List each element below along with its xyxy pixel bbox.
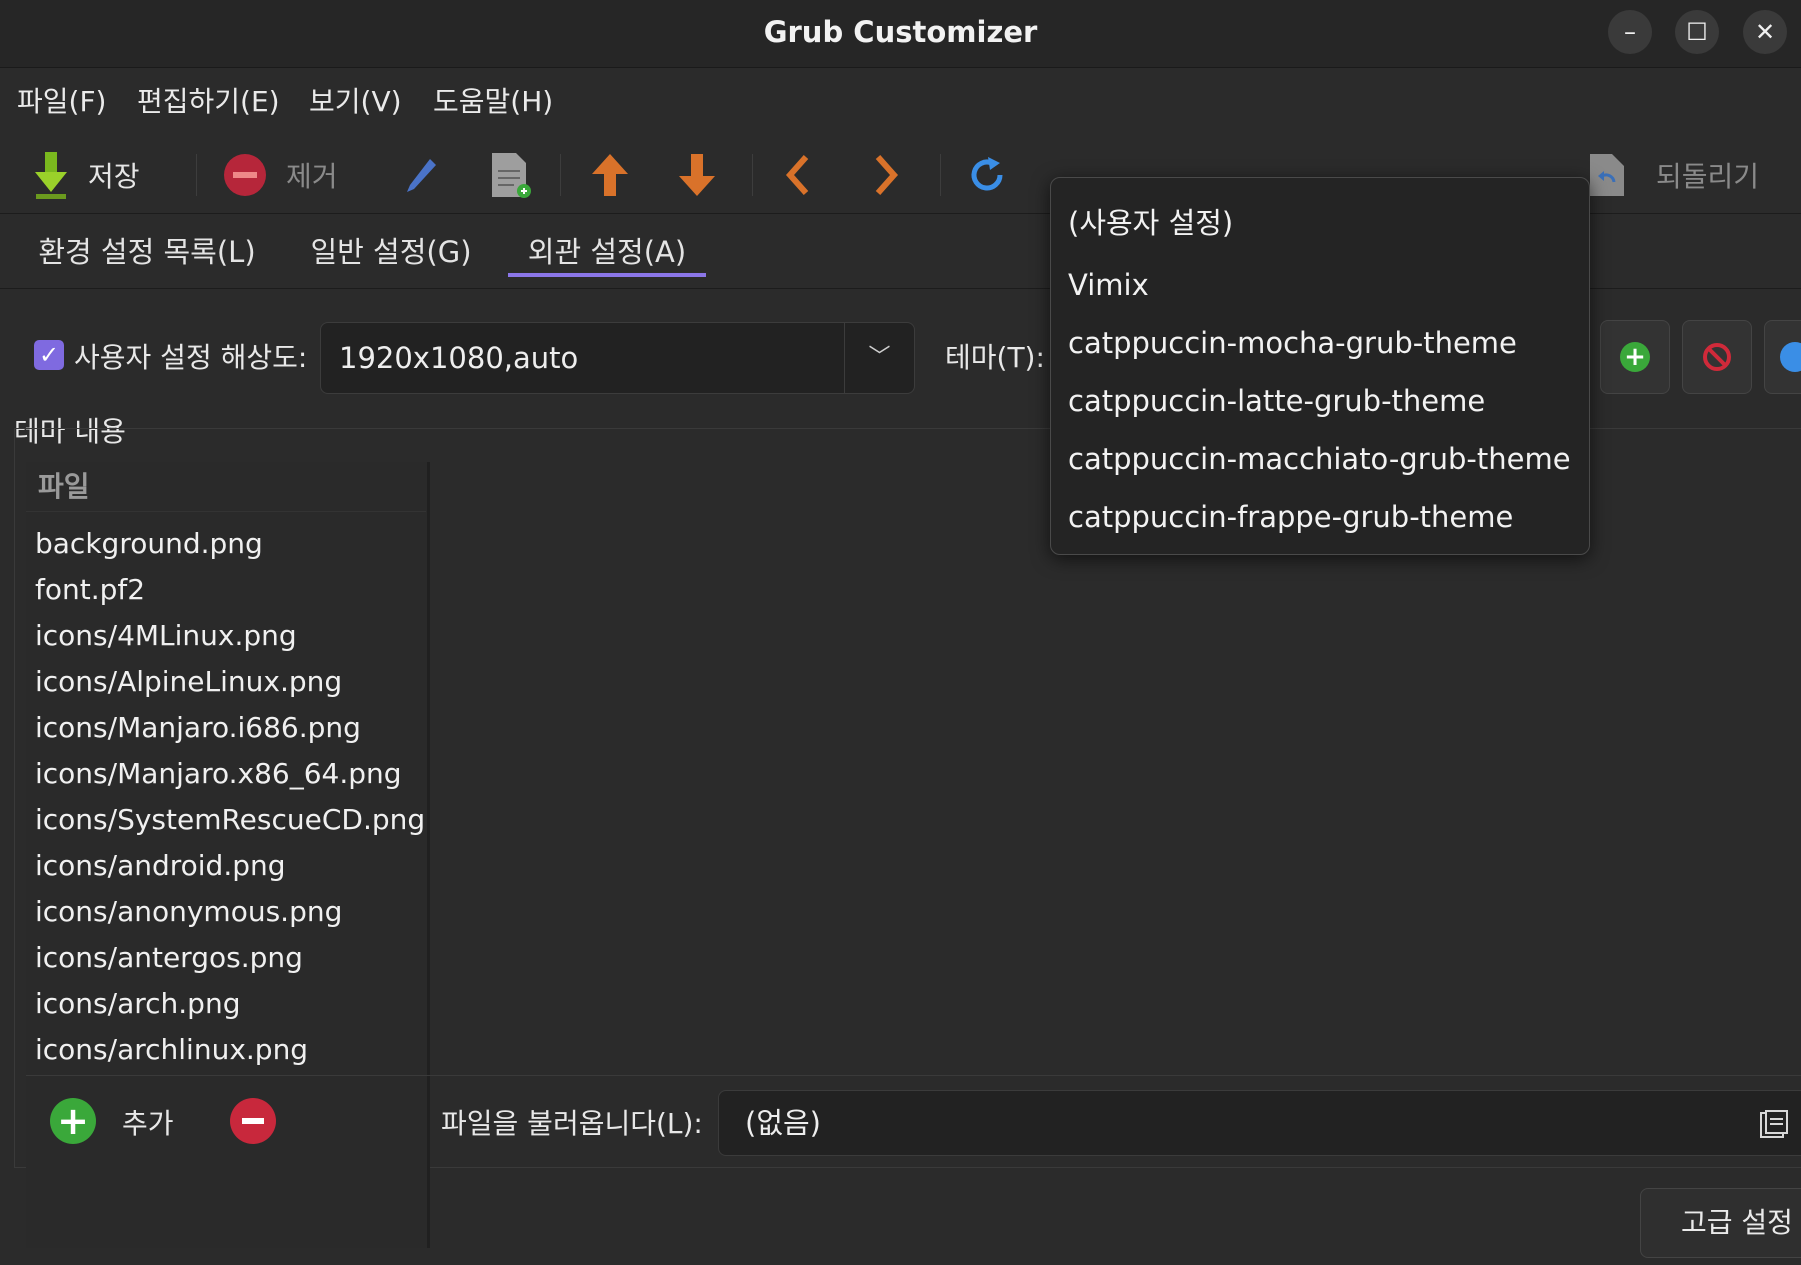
minus-icon [242, 1118, 264, 1124]
remove-icon [224, 154, 266, 196]
tab-entry-list[interactable]: 환경 설정 목록(L) [24, 227, 270, 277]
file-column-header[interactable]: 파일 [26, 462, 426, 512]
theme-dropdown-menu: (사용자 설정) Vimix catppuccin-mocha-grub-the… [1050, 177, 1590, 555]
grub-customizer-window: Grub Customizer – ☐ ✕ 파일(F) 편집하기(E) 보기(V… [0, 0, 1801, 1265]
add-file-label[interactable]: 추가 [122, 1102, 174, 1142]
move-right-button[interactable] [872, 146, 902, 204]
remove-file-button[interactable] [230, 1098, 276, 1144]
revert-label: 되돌리기 [1656, 160, 1760, 193]
load-file-label: 파일을 불러옵니다(L): [441, 1107, 703, 1140]
theme-option-catppuccin-frappe[interactable]: catppuccin-frappe-grub-theme [1068, 492, 1513, 542]
move-left-button[interactable] [782, 146, 812, 204]
remove-label: 제거 [286, 160, 338, 193]
theme-option-catppuccin-latte[interactable]: catppuccin-latte-grub-theme [1068, 376, 1485, 426]
list-item[interactable]: icons/antergos.png [35, 935, 303, 981]
maximize-icon: ☐ [1686, 18, 1708, 46]
new-document-icon [492, 153, 531, 198]
minimize-icon: – [1624, 18, 1636, 46]
menu-help[interactable]: 도움말(H) [433, 82, 553, 122]
close-button[interactable]: ✕ [1743, 10, 1787, 54]
theme-option-catppuccin-macchiato[interactable]: catppuccin-macchiato-grub-theme [1068, 434, 1571, 484]
advanced-settings-button[interactable]: 고급 설정 [1640, 1188, 1801, 1258]
menu-file[interactable]: 파일(F) [17, 82, 106, 122]
refresh-icon [971, 157, 1003, 191]
refresh-button[interactable] [968, 146, 1006, 204]
window-title: Grub Customizer [763, 15, 1038, 49]
pencil-icon [407, 159, 436, 192]
list-item[interactable]: icons/SystemRescueCD.png [35, 797, 425, 843]
file-chooser-icon[interactable] [1759, 1109, 1789, 1139]
menu-bar: 파일(F) 편집하기(E) 보기(V) 도움말(H) [0, 68, 1801, 136]
new-entry-button[interactable] [490, 146, 532, 204]
list-item[interactable]: icons/anonymous.png [35, 889, 342, 935]
move-down-button[interactable] [677, 146, 717, 204]
custom-resolution-checkbox[interactable]: ✓ [34, 340, 64, 370]
list-item[interactable]: icons/archlinux.png [35, 1027, 308, 1073]
remove-button[interactable]: 제거 [222, 146, 338, 204]
tab-general-settings[interactable]: 일반 설정(G) [296, 227, 486, 277]
resolution-dropdown-button[interactable]: ﹀ [844, 323, 914, 393]
menu-edit[interactable]: 편집하기(E) [137, 82, 280, 122]
theme-option-catppuccin-mocha[interactable]: catppuccin-mocha-grub-theme [1068, 318, 1517, 368]
add-file-icon[interactable]: + [50, 1098, 96, 1144]
list-item[interactable]: icons/Manjaro.x86_64.png [35, 751, 402, 797]
list-item[interactable]: icons/arch.png [35, 981, 240, 1027]
menu-view[interactable]: 보기(V) [309, 82, 402, 122]
add-theme-button[interactable]: + [1600, 320, 1670, 394]
minimize-button[interactable]: – [1608, 10, 1652, 54]
info-icon [1780, 342, 1801, 372]
save-label: 저장 [88, 160, 140, 193]
list-item[interactable]: icons/android.png [35, 843, 286, 889]
add-icon: + [1620, 342, 1650, 372]
resolution-combobox[interactable]: 1920x1080,auto ﹀ [320, 322, 915, 394]
revert-document-icon [1590, 154, 1624, 196]
arrow-up-icon [592, 154, 628, 196]
theme-label: 테마(T): [945, 341, 1045, 374]
list-item[interactable]: font.pf2 [35, 567, 145, 613]
list-item[interactable]: icons/Manjaro.i686.png [35, 705, 361, 751]
chevron-right-icon [875, 155, 899, 195]
load-file-value: (없음) [745, 1106, 821, 1140]
theme-option-custom[interactable]: (사용자 설정) [1068, 198, 1233, 248]
close-icon: ✕ [1754, 18, 1776, 46]
tab-appearance-settings[interactable]: 외관 설정(A) [508, 227, 706, 277]
chevron-left-icon [785, 155, 809, 195]
save-download-icon [35, 152, 67, 199]
resolution-value: 1920x1080,auto [339, 341, 579, 375]
arrow-down-icon [679, 154, 715, 196]
theme-info-button[interactable] [1764, 320, 1801, 394]
checkmark-icon: ✓ [38, 341, 60, 369]
custom-resolution-label: 사용자 설정 해상도: [74, 341, 308, 374]
edit-button[interactable] [404, 146, 440, 204]
save-button[interactable]: 저장 [32, 146, 140, 204]
theme-option-vimix[interactable]: Vimix [1068, 260, 1149, 310]
title-bar: Grub Customizer – ☐ ✕ [0, 0, 1801, 68]
load-file-field[interactable]: (없음) [718, 1090, 1801, 1156]
list-item[interactable]: icons/4MLinux.png [35, 613, 297, 659]
list-item[interactable]: icons/AlpineLinux.png [35, 659, 342, 705]
list-item[interactable]: background.png [35, 521, 263, 567]
chevron-down-icon: ﹀ [868, 345, 891, 370]
revert-button[interactable]: 되돌리기 [1588, 146, 1759, 204]
delete-theme-button[interactable] [1682, 320, 1752, 394]
prohibited-icon [1703, 343, 1731, 371]
move-up-button[interactable] [590, 146, 630, 204]
maximize-button[interactable]: ☐ [1675, 10, 1719, 54]
